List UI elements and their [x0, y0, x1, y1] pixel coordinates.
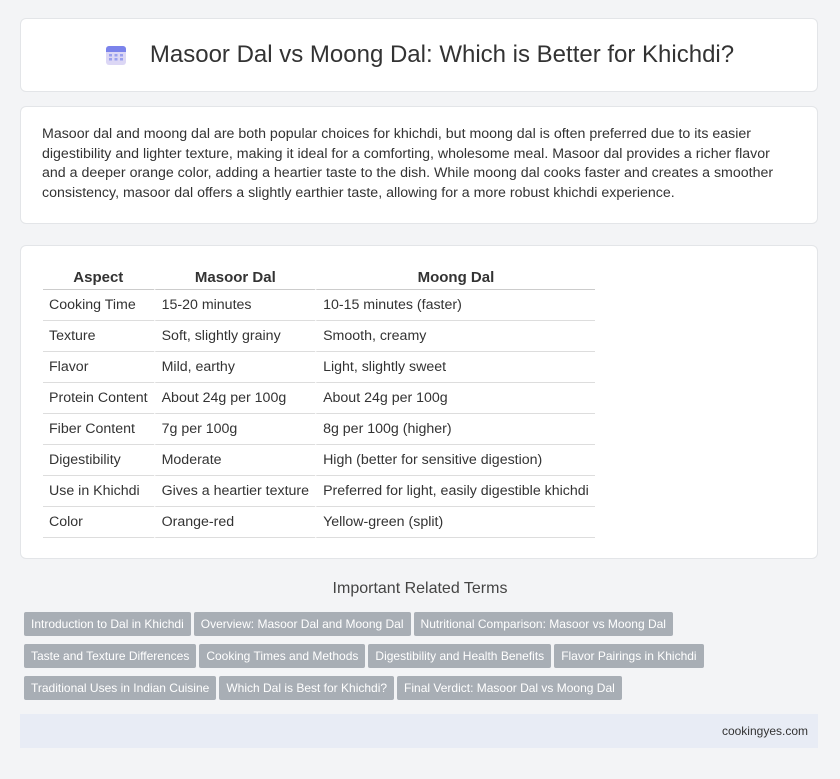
table-row: Color Orange-red Yellow-green (split)	[43, 507, 595, 538]
table-header-row: Aspect Masoor Dal Moong Dal	[43, 264, 595, 290]
table-cell: 15-20 minutes	[153, 290, 316, 321]
table-cell: Preferred for light, easily digestible k…	[315, 476, 595, 507]
calendar-icon	[105, 46, 126, 65]
header-masoor: Masoor Dal	[153, 264, 316, 290]
related-term-tag[interactable]: Taste and Texture Differences	[24, 644, 197, 668]
table-cell: Moderate	[153, 445, 316, 476]
table-cell: Yellow-green (split)	[315, 507, 595, 538]
header-aspect: Aspect	[43, 264, 154, 290]
table-cell: Flavor	[43, 352, 154, 383]
related-term-tag[interactable]: Final Verdict: Masoor Dal vs Moong Dal	[397, 676, 622, 700]
table-cell: 7g per 100g	[153, 414, 316, 445]
related-terms-title: Important Related Terms	[332, 580, 508, 597]
table-row: Protein Content About 24g per 100g About 2…	[43, 383, 595, 414]
table-cell: Mild, earthy	[153, 352, 316, 383]
page-title: Masoor Dal vs Moong Dal: Which is Better…	[149, 41, 735, 68]
table-row: Digestibility Moderate High (better for se…	[43, 445, 595, 476]
table-cell: Digestibility	[43, 445, 154, 476]
table-row: Fiber Content 7g per 100g 8g per 100g (hig…	[43, 414, 595, 445]
table-cell: About 24g per 100g	[153, 383, 316, 414]
table-cell: High (better for sensitive digestion)	[315, 445, 595, 476]
related-term-tag[interactable]: Digestibility and Health Benefits	[368, 644, 552, 668]
site-link[interactable]: cookingyes.com	[722, 724, 808, 738]
related-term-tag[interactable]: Nutritional Comparison: Masoor vs Moong …	[413, 612, 673, 636]
table-cell: Fiber Content	[43, 414, 154, 445]
table-cell: Use in Khichdi	[43, 476, 154, 507]
table-cell: About 24g per 100g	[315, 383, 595, 414]
comparison-table: Aspect Masoor Dal Moong Dal Cooking Time…	[43, 264, 595, 538]
table-row: Use in Khichdi Gives a heartier texture Pr…	[43, 476, 595, 507]
table-cell: Smooth, creamy	[315, 321, 595, 352]
table-row: Flavor Mild, earthy Light, slightly sweet	[43, 352, 595, 383]
table-cell: 10-15 minutes (faster)	[315, 290, 595, 321]
comparison-card: Aspect Masoor Dal Moong Dal Cooking Time…	[20, 245, 818, 559]
header-moong: Moong Dal	[315, 264, 595, 290]
table-cell: 8g per 100g (higher)	[315, 414, 595, 445]
table-cell: Light, slightly sweet	[315, 352, 595, 383]
table-row: Cooking Time 15-20 minutes 10-15 minutes (…	[43, 290, 595, 321]
related-term-tag[interactable]: Cooking Times and Methods	[199, 644, 366, 668]
related-term-tag[interactable]: Overview: Masoor Dal and Moong Dal	[193, 612, 411, 636]
header: Masoor Dal vs Moong Dal: Which is Better…	[20, 18, 818, 92]
table-cell: Gives a heartier texture	[153, 476, 316, 507]
table-cell: Cooking Time	[43, 290, 154, 321]
related-term-tag[interactable]: Which Dal is Best for Khichdi?	[219, 676, 395, 700]
table-cell: Color	[43, 507, 154, 538]
related-terms-list: Introduction to Dal in Khichdi Overview: …	[24, 612, 814, 708]
related-term-tag[interactable]: Introduction to Dal in Khichdi	[24, 612, 191, 636]
table-row: Texture Soft, slightly grainy Smooth, crea…	[43, 321, 595, 352]
related-term-tag[interactable]: Flavor Pairings in Khichdi	[554, 644, 704, 668]
table-cell: Soft, slightly grainy	[153, 321, 316, 352]
related-term-tag[interactable]: Traditional Uses in Indian Cuisine	[24, 676, 217, 700]
table-cell: Protein Content	[43, 383, 154, 414]
table-cell: Orange-red	[153, 507, 316, 538]
intro-paragraph: Masoor dal and moong dal are both popula…	[20, 106, 818, 224]
footer: cookingyes.com	[20, 714, 818, 748]
table-cell: Texture	[43, 321, 154, 352]
